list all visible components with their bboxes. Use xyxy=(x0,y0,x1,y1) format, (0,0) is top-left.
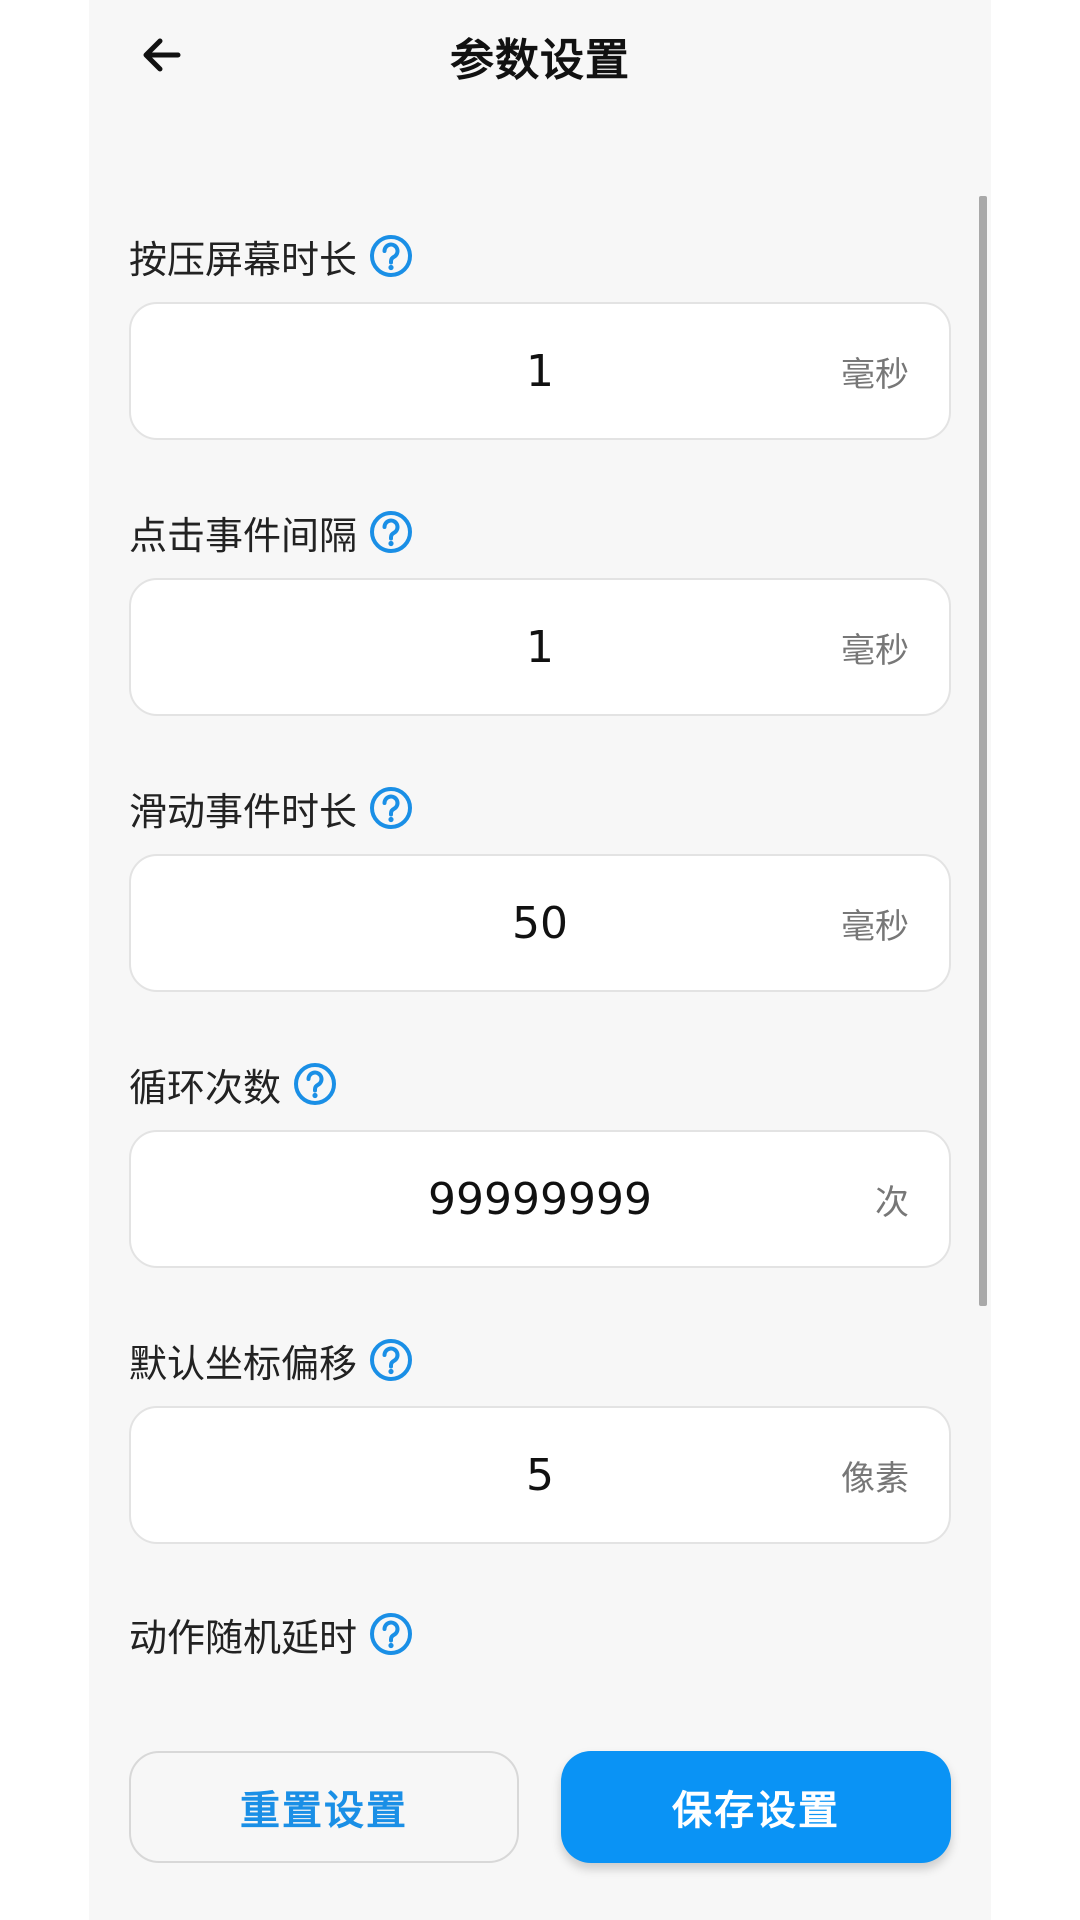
input-unit: 毫秒 xyxy=(841,906,909,947)
page-title: 参数设置 xyxy=(450,35,630,86)
field-label-text: 滑动事件时长 xyxy=(129,789,358,834)
label-random-delay: 动作随机延时 xyxy=(129,1604,413,1664)
input-value: 5 xyxy=(526,1449,554,1501)
field-label-text: 动作随机延时 xyxy=(129,1615,358,1660)
help-icon[interactable] xyxy=(369,234,413,278)
swipe-duration-input[interactable]: 50 毫秒 xyxy=(129,854,951,992)
input-unit: 毫秒 xyxy=(841,354,909,395)
input-unit: 像素 xyxy=(841,1458,909,1499)
reset-settings-button[interactable]: 重置设置 xyxy=(129,1751,519,1863)
field-label-text: 按压屏幕时长 xyxy=(129,237,358,282)
coordinate-offset-input[interactable]: 5 像素 xyxy=(129,1406,951,1544)
save-settings-button[interactable]: 保存设置 xyxy=(561,1751,951,1863)
help-icon[interactable] xyxy=(369,1612,413,1656)
settings-screen: 参数设置 按压屏幕时长 1 毫秒 点击事件间隔 1 毫秒 滑动事件时长 50 毫… xyxy=(89,0,991,1920)
press-duration-input[interactable]: 1 毫秒 xyxy=(129,302,951,440)
input-value: 99999999 xyxy=(428,1173,652,1225)
label-click-interval: 点击事件间隔 xyxy=(129,502,413,562)
loop-count-input[interactable]: 99999999 次 xyxy=(129,1130,951,1268)
help-icon[interactable] xyxy=(369,1338,413,1382)
input-value: 1 xyxy=(526,621,554,673)
label-coordinate-offset: 默认坐标偏移 xyxy=(129,1330,413,1390)
click-interval-input[interactable]: 1 毫秒 xyxy=(129,578,951,716)
field-label-text: 点击事件间隔 xyxy=(129,513,358,558)
help-icon[interactable] xyxy=(369,510,413,554)
field-label-text: 默认坐标偏移 xyxy=(129,1341,358,1386)
input-unit: 次 xyxy=(875,1182,909,1223)
label-press-duration: 按压屏幕时长 xyxy=(129,226,413,286)
input-unit: 毫秒 xyxy=(841,630,909,671)
top-bar: 参数设置 xyxy=(89,0,991,110)
label-loop-count: 循环次数 xyxy=(129,1054,337,1114)
help-icon[interactable] xyxy=(293,1062,337,1106)
help-icon[interactable] xyxy=(369,786,413,830)
label-swipe-duration: 滑动事件时长 xyxy=(129,778,413,838)
input-value: 1 xyxy=(526,345,554,397)
field-label-text: 循环次数 xyxy=(129,1065,282,1110)
scrollbar[interactable] xyxy=(979,196,987,1306)
input-value: 50 xyxy=(512,897,568,949)
